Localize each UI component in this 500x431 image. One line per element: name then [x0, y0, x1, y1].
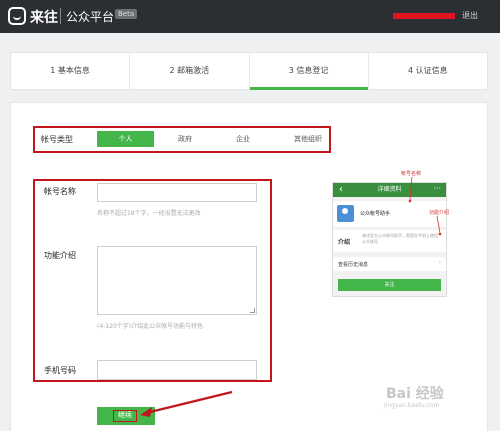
annotation-account-name: 帐号名称	[401, 171, 422, 177]
continue-label: 继续	[113, 410, 137, 422]
laiwang-logo-icon	[8, 7, 26, 25]
intro-hint: (4-120个字)介绍此公众帐号功能与特色	[97, 323, 204, 330]
baidu-watermark-url: jingyan.baidu.com	[384, 402, 440, 409]
annotation-intro: 功能介绍	[429, 210, 450, 216]
preview-intro-text: 来往官方公众帐号助手，帮您在手机上使用公众帐号	[362, 233, 438, 244]
baidu-watermark: Bai 经验	[386, 386, 444, 402]
step-basic-info: 1 基本信息	[11, 53, 131, 89]
intro-label: 功能介绍	[44, 251, 76, 260]
resize-handle-icon[interactable]	[250, 308, 255, 313]
profile-preview: ‹ 详细资料 ··· 公众帐号助手 介绍 来往官方公众帐号助手，帮您在手机上使用…	[332, 182, 447, 297]
phone-input[interactable]	[97, 360, 257, 380]
more-dots-icon: ···	[433, 184, 441, 193]
step-email-activation: 2 邮箱激活	[130, 53, 250, 89]
step-info-registration: 3 信息登记	[249, 53, 369, 90]
preview-follow-button: 关注	[338, 279, 441, 291]
preview-intro-row: 介绍 来往官方公众帐号助手，帮您在手机上使用公众帐号	[333, 230, 446, 252]
logout-link[interactable]: 退出	[462, 10, 478, 21]
chevron-right-icon: ›	[438, 259, 441, 266]
preview-intro-label: 介绍	[338, 239, 351, 246]
account-name-input[interactable]	[97, 183, 257, 202]
app-name: 来往	[30, 10, 58, 26]
preview-history-text: 查看历史消息	[338, 262, 369, 268]
intro-textarea[interactable]	[97, 246, 257, 315]
top-bar: 来往 公众平台 Beta 退出	[0, 0, 500, 33]
preview-history-row: 查看历史消息 ›	[333, 257, 446, 271]
continue-button[interactable]: 继续	[97, 407, 155, 425]
account-name-hint: 名称不超过18个字，一经设置无法更改	[97, 210, 201, 217]
avatar	[337, 205, 354, 222]
beta-badge: Beta	[115, 9, 138, 19]
account-name-label: 帐号名称	[44, 187, 76, 196]
platform-name: 公众平台	[66, 10, 115, 24]
account-type-personal[interactable]: 个人	[97, 131, 154, 147]
registration-steps: 1 基本信息 2 邮箱激活 3 信息登记 4 认证信息	[10, 52, 488, 90]
preview-account-name: 公众帐号助手	[360, 211, 391, 217]
account-type-government[interactable]: 政府	[165, 131, 205, 147]
preview-title-bar: ‹ 详细资料 ···	[333, 183, 446, 197]
phone-label: 手机号码	[44, 366, 76, 375]
account-type-enterprise[interactable]: 企业	[225, 131, 261, 147]
logo-divider	[60, 8, 61, 24]
account-type-label: 帐号类型	[41, 135, 73, 144]
step-verification: 4 认证信息	[408, 66, 448, 75]
preview-title: 详细资料	[377, 186, 402, 193]
redacted-username	[393, 13, 455, 19]
account-type-other[interactable]: 其他组织	[288, 131, 328, 147]
